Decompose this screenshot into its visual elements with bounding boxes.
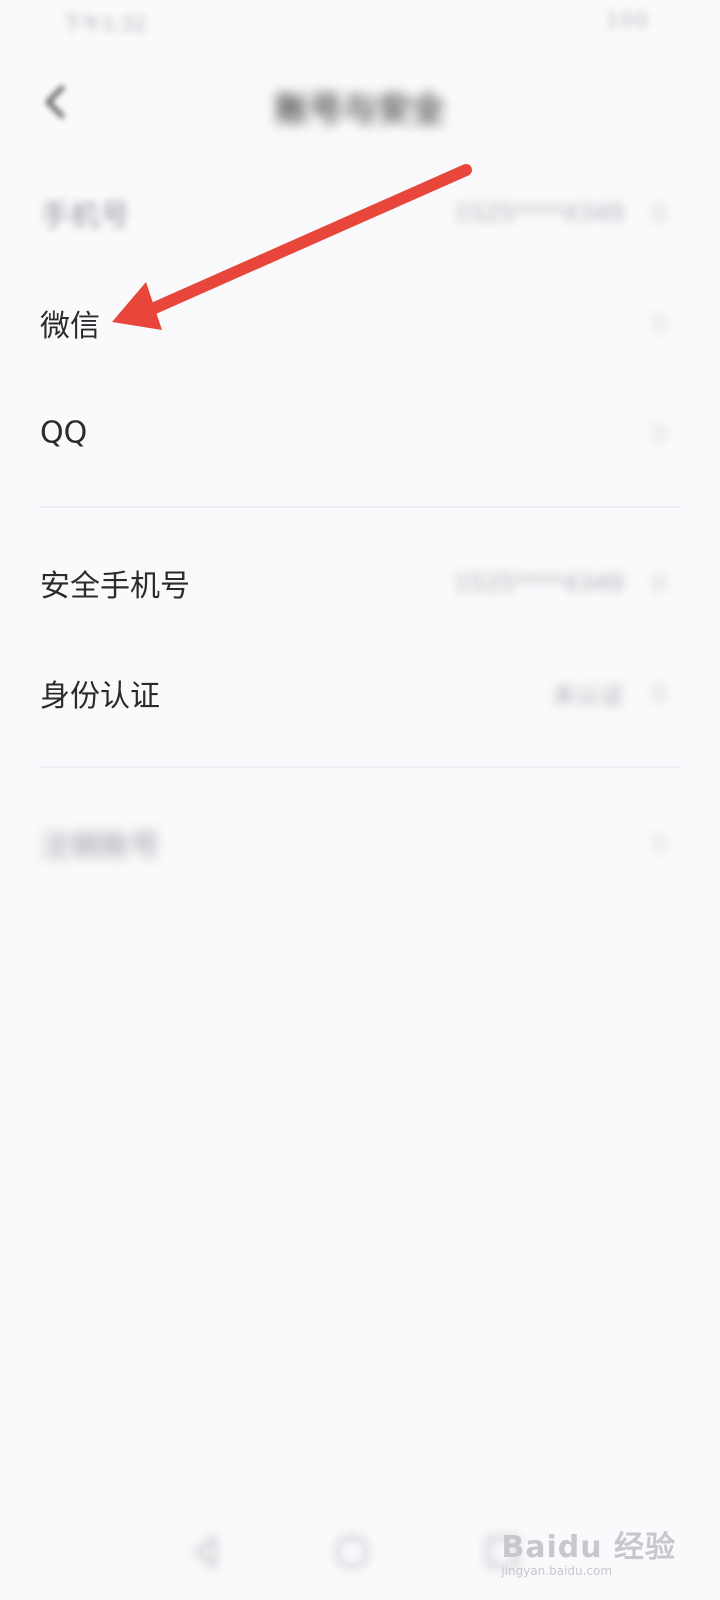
- row-label-identity: 身份认证: [40, 679, 160, 714]
- row-label-security-phone: 安全手机号: [40, 569, 190, 604]
- row-phone[interactable]: 手机号 1525****4349: [0, 158, 720, 268]
- row-label-delete-account: 注销账号: [40, 829, 160, 864]
- row-wechat[interactable]: 微信: [0, 268, 720, 378]
- row-label-wechat: 微信: [40, 309, 100, 344]
- chevron-right-icon: [648, 832, 670, 854]
- row-label-qq: QQ: [40, 415, 88, 451]
- chevron-right-icon: [648, 422, 670, 444]
- chevron-right-icon: [648, 312, 670, 334]
- watermark-url: jingyan.baidu.com: [501, 1564, 613, 1578]
- baidu-watermark: Baidu 经验 jingyan.baidu.com: [501, 1522, 676, 1578]
- nav-back-icon: [184, 1530, 228, 1574]
- row-security-phone[interactable]: 安全手机号 1525****4349: [0, 528, 720, 638]
- row-value-security-phone: 1525****4349: [453, 569, 624, 597]
- status-indicators: 100: [605, 8, 650, 32]
- row-identity[interactable]: 身份认证 未认证: [0, 638, 720, 748]
- row-delete-account[interactable]: 注销账号: [0, 788, 720, 898]
- header: 账号与安全: [0, 60, 720, 150]
- chevron-right-icon: [648, 202, 670, 224]
- nav-back-button[interactable]: [184, 1530, 228, 1574]
- divider: [40, 766, 680, 768]
- divider: [40, 506, 680, 508]
- chevron-right-icon: [648, 682, 670, 704]
- watermark-brand: Baidu 经验: [501, 1530, 676, 1565]
- row-value-identity: 未认证: [552, 681, 624, 710]
- row-value-phone: 1525****4349: [453, 199, 624, 227]
- nav-home-button[interactable]: [330, 1530, 374, 1574]
- row-qq[interactable]: QQ: [0, 378, 720, 488]
- row-label-phone: 手机号: [40, 199, 130, 234]
- nav-home-icon: [330, 1530, 374, 1574]
- status-bar: 下午1:32 100: [0, 0, 720, 48]
- status-time: 下午1:32: [62, 12, 147, 36]
- chevron-right-icon: [648, 572, 670, 594]
- page-title: 账号与安全: [275, 90, 445, 130]
